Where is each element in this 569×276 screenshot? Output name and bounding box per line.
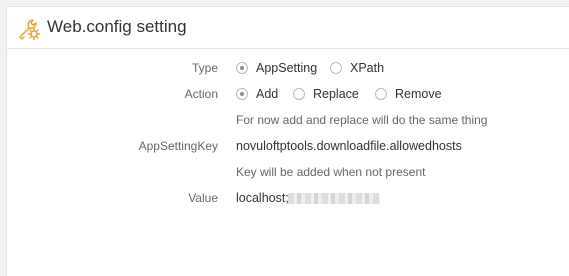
- type-row: Type AppSetting XPath: [7, 59, 569, 79]
- page-background: Web.config setting Type AppSetting XPath…: [0, 0, 569, 276]
- radio-unselected-icon[interactable]: [330, 62, 342, 74]
- value-field[interactable]: localhost;: [236, 191, 289, 205]
- action-remove-label[interactable]: Remove: [395, 87, 442, 101]
- type-label: Type: [191, 61, 218, 75]
- redacted-text: [288, 193, 380, 204]
- radio-selected-icon[interactable]: [236, 62, 248, 74]
- appsettingkey-row: AppSettingKey novuloftptools.downloadfil…: [7, 137, 569, 157]
- radio-unselected-icon[interactable]: [375, 88, 387, 100]
- radio-selected-icon[interactable]: [236, 88, 248, 100]
- value-label: Value: [188, 191, 218, 205]
- panel-title: Web.config setting: [47, 17, 187, 36]
- appsettingkey-value[interactable]: novuloftptools.downloadfile.allowedhosts: [236, 139, 462, 153]
- radio-unselected-icon[interactable]: [293, 88, 305, 100]
- appsettingkey-hint: Key will be added when not present: [236, 165, 426, 179]
- wrench-gear-icon: [17, 16, 43, 42]
- action-add-label[interactable]: Add: [256, 87, 278, 101]
- type-xpath-label[interactable]: XPath: [350, 61, 384, 75]
- webconfig-setting-panel: Web.config setting Type AppSetting XPath…: [6, 6, 569, 276]
- action-hint: For now add and replace will do the same…: [236, 113, 488, 127]
- action-row: Action Add Replace Remove: [7, 85, 569, 105]
- panel-header: Web.config setting: [7, 7, 569, 49]
- type-appsetting-label[interactable]: AppSetting: [256, 61, 317, 75]
- appsettingkey-label: AppSettingKey: [138, 139, 218, 153]
- action-label: Action: [184, 87, 218, 101]
- value-row: Value localhost;: [7, 189, 569, 209]
- action-replace-label[interactable]: Replace: [313, 87, 359, 101]
